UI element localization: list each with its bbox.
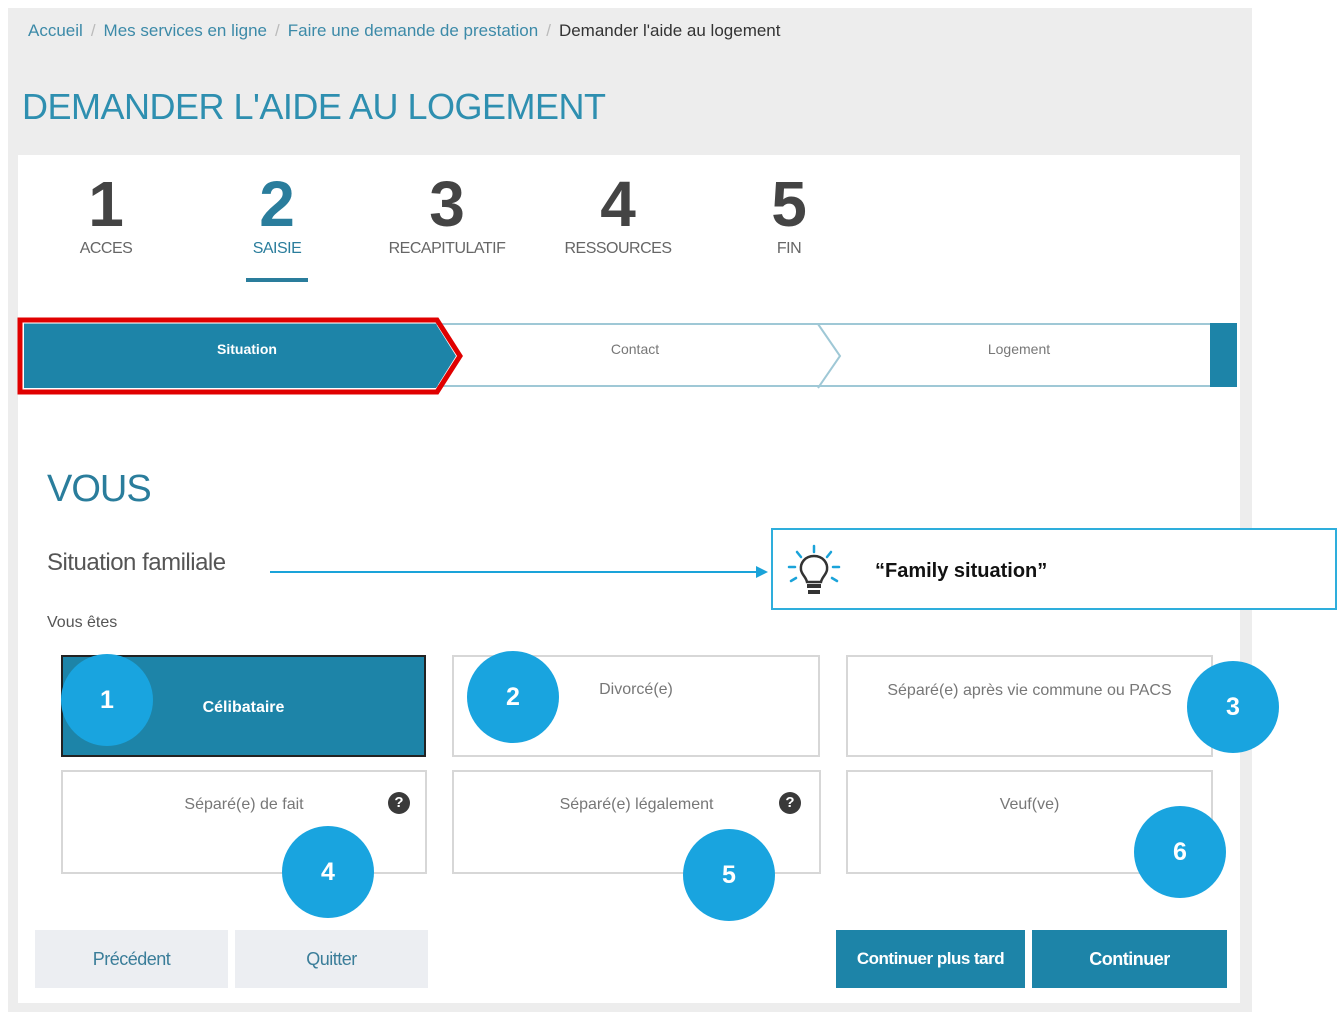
page-title: DEMANDER L'AIDE AU LOGEMENT (22, 86, 606, 127)
option-separe-vie-commune[interactable]: Séparé(e) après vie commune ou PACS (846, 655, 1213, 757)
step-label: SAISIE (252, 240, 302, 257)
section-title: VOUS (47, 468, 152, 510)
number-badge: 3 (1187, 661, 1279, 753)
step-acces: 1 ACCES (64, 170, 148, 258)
progress-endcap (1210, 323, 1237, 387)
callout-text: “Family situation” (875, 560, 1048, 582)
step-saisie: 2 SAISIE (236, 170, 318, 258)
number-badge: 2 (467, 651, 559, 743)
step-number: 3 (429, 168, 465, 240)
progress-label-logement: Logement (987, 341, 1051, 357)
quit-button[interactable]: Quitter (235, 930, 428, 988)
step-fin: 5 FIN (756, 170, 822, 258)
option-label: Séparé(e) légalement (559, 796, 714, 813)
progress-label-contact: Contact (610, 341, 660, 357)
callout-arrow-line (270, 571, 760, 573)
step-ressources: 4 RESSOURCES (546, 170, 690, 258)
breadcrumb: Accueil / Mes services en ligne / Faire une … (28, 21, 781, 41)
step-number: 2 (259, 168, 295, 240)
step-recapitulatif: 3 RECAPITULATIF (366, 170, 528, 258)
callout-arrow-head (756, 566, 768, 578)
breadcrumb-separator: / (546, 21, 551, 40)
breadcrumb-current: Demander l'aide au logement (558, 21, 781, 40)
step-number: 5 (771, 168, 807, 240)
step-label: RESSOURCES (564, 240, 672, 257)
lightbulb-icon (787, 544, 841, 594)
number-badge: 6 (1134, 806, 1226, 898)
breadcrumb-separator: / (275, 21, 280, 40)
breadcrumb-link-services[interactable]: Mes services en ligne (104, 21, 267, 40)
active-step-underline (246, 278, 308, 282)
continue-button[interactable]: Continuer (1032, 930, 1227, 988)
step-label: FIN (776, 240, 802, 257)
previous-button[interactable]: Précédent (35, 930, 228, 988)
step-label: RECAPITULATIF (388, 240, 506, 257)
number-badge: 4 (282, 826, 374, 918)
number-badge: 1 (61, 654, 153, 746)
breadcrumb-link-accueil[interactable]: Accueil (28, 21, 83, 40)
step-label: ACCES (79, 240, 133, 257)
step-number: 4 (600, 168, 636, 240)
help-icon[interactable]: ? (779, 792, 801, 814)
option-label: Séparé(e) après vie commune ou PACS (887, 682, 1172, 699)
breadcrumb-link-demande[interactable]: Faire une demande de prestation (288, 21, 538, 40)
option-label: Séparé(e) de fait (184, 796, 304, 813)
situation-familiale-heading: Situation familiale (47, 549, 226, 576)
continue-later-button[interactable]: Continuer plus tard (836, 930, 1025, 988)
translation-callout: “Family situation” (771, 528, 1337, 610)
breadcrumb-separator: / (90, 21, 96, 40)
step-number: 1 (88, 168, 124, 240)
question-label: Vous êtes (47, 614, 118, 631)
progress-label-situation: Situation (217, 341, 277, 357)
number-badge: 5 (683, 829, 775, 921)
help-icon[interactable]: ? (388, 792, 410, 814)
